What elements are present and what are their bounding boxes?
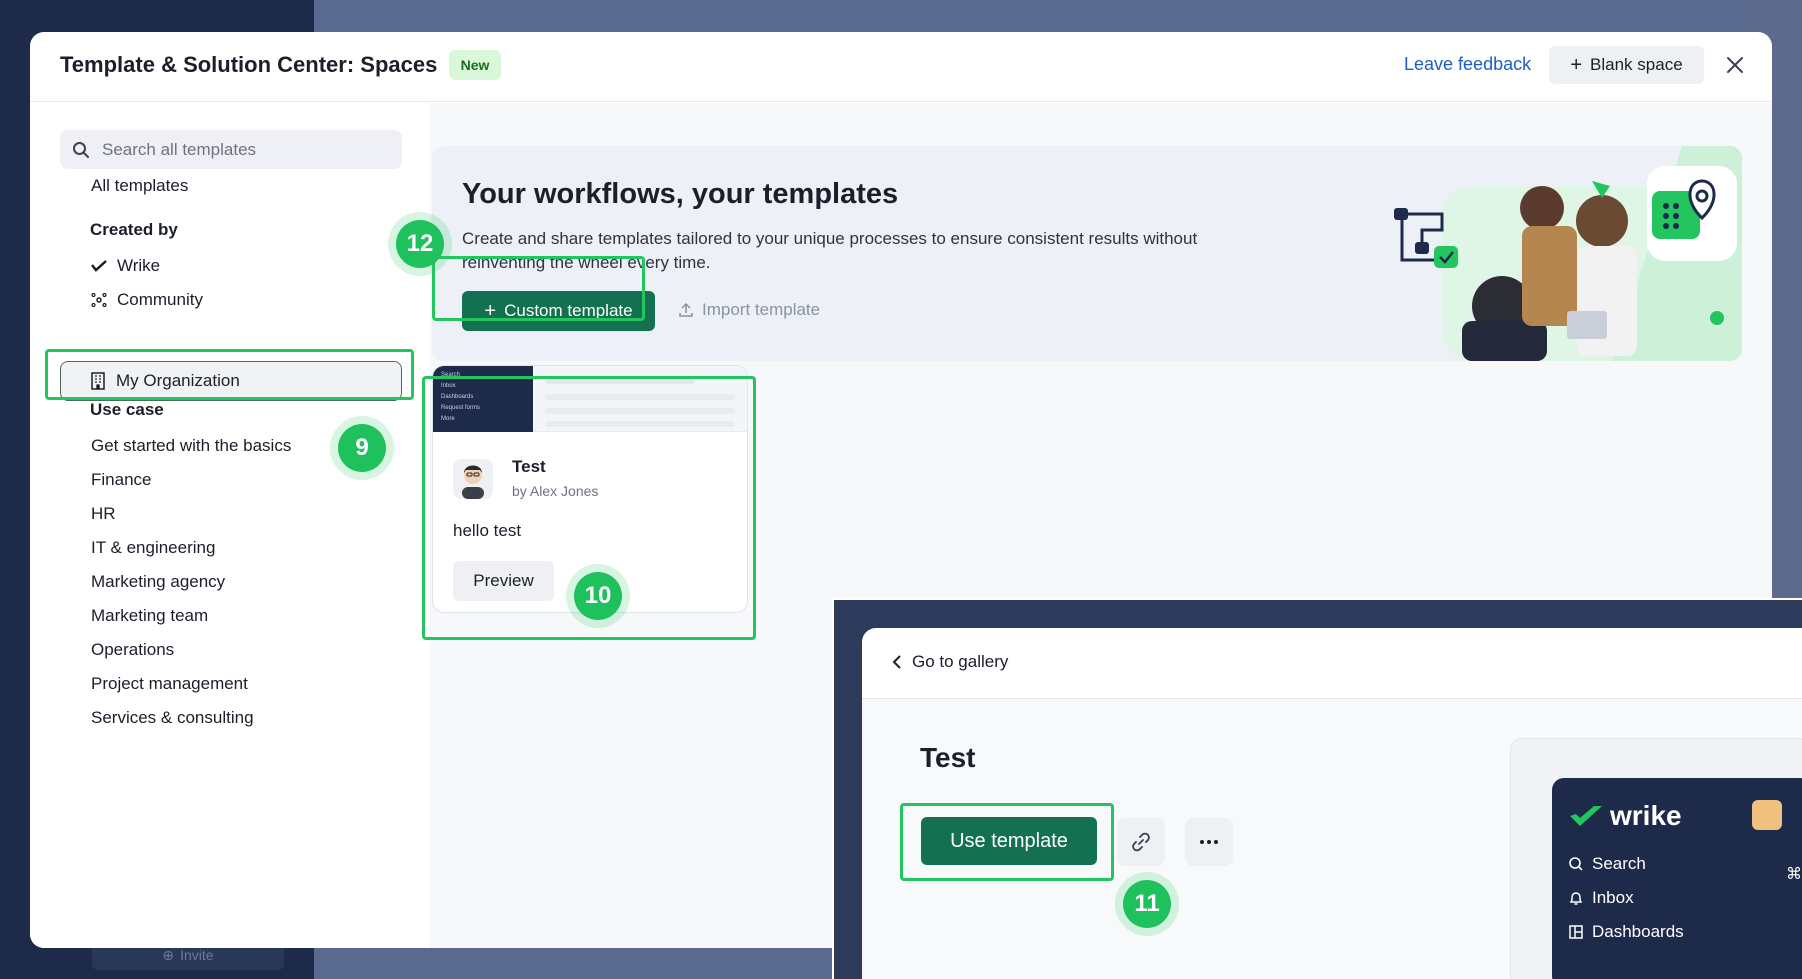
leave-feedback-link[interactable]: Leave feedback [1404,54,1531,75]
thumbnail-nav-item: Dashboards [441,394,474,400]
banner-description: Create and share templates tailored to y… [462,229,1198,272]
card-author: by Alex Jones [512,483,599,499]
community-icon [91,292,107,308]
wrike-nav-label: Inbox [1592,888,1634,907]
search-icon [1569,857,1583,871]
thumbnail-line [545,421,735,427]
invite-icon: ⊕ [162,946,175,963]
sidebar-item-use-case[interactable]: Operations [91,640,174,660]
banner-illustration [1394,146,1742,361]
wrike-logo-text: wrike [1610,800,1682,831]
sidebar-item-use-case[interactable]: HR [91,504,116,524]
sidebar-item-use-case[interactable]: Project management [91,674,248,694]
search-icon [73,141,89,158]
modal-title: Template & Solution Center: Spaces [60,52,438,77]
wrike-logo: wrike [1568,800,1682,832]
thumbnail-nav-item: Inbox [441,383,456,389]
card-description: hello test [453,521,522,540]
blank-space-button[interactable]: + Blank space [1549,46,1704,84]
close-icon [1727,57,1743,73]
use-template-button[interactable]: Use template [921,817,1097,865]
wrike-nav-dashboards[interactable]: Dashboards [1568,922,1684,942]
search-field[interactable] [60,130,402,169]
thumbnail-nav: Search Inbox Dashboards Request forms Mo… [441,370,480,425]
thumbnail-nav-item: Request forms [441,405,481,411]
use-case-heading: Use case [90,400,164,419]
avatar [453,459,493,499]
banner-title: Your workflows, your templates [462,178,899,210]
sidebar-item-label: My Organization [116,371,240,390]
link-icon [1132,832,1150,852]
detail-title: Test [920,742,976,773]
step-badge-10: 10 [574,572,622,620]
close-button[interactable] [1720,50,1750,80]
thumbnail-sidebar: Search Inbox Dashboards Request forms Mo… [433,366,533,432]
custom-templates-banner: Your workflows, your templates Create an… [432,146,1742,361]
sidebar-item-use-case[interactable]: Get started with the basics [91,436,291,456]
wrike-check-icon [91,260,107,272]
sidebar-item-wrike[interactable]: Wrike [91,256,160,276]
sidebar-item-my-organization[interactable]: My Organization [60,361,402,401]
step-badge-9: 9 [338,424,386,472]
bell-icon [1569,892,1583,905]
modal-header: Template & Solution Center: Spaces New L… [30,32,1772,102]
wrike-nav-inbox[interactable]: Inbox [1568,888,1634,908]
sidebar-item-use-case[interactable]: Marketing team [91,606,208,626]
wrike-check-icon [1570,806,1602,826]
filter-sidebar: All templates Created by Wrike Community… [30,103,430,948]
step-badge-12: 12 [396,220,444,268]
upload-icon [679,302,693,317]
invite-label: Invite [180,947,214,963]
thumbnail-nav-item: More [441,416,455,422]
plus-icon: + [484,299,497,322]
go-to-gallery-label: Go to gallery [912,652,1009,671]
step-badge-11: 11 [1123,880,1171,928]
thumbnail-nav-item: Search [441,372,461,378]
search-input[interactable] [102,139,392,160]
wrike-nav-label: Search [1592,854,1646,873]
avatar-icon [462,465,484,499]
sidebar-item-use-case[interactable]: IT & engineering [91,538,215,558]
sidebar-item-all-templates[interactable]: All templates [91,176,188,196]
thumbnail-line [545,408,735,414]
import-template-button[interactable]: Import template [678,300,820,320]
card-title: Test [512,457,546,476]
building-icon [91,372,105,390]
preview-button[interactable]: Preview [453,561,554,601]
more-icon [1200,840,1218,844]
sidebar-item-use-case[interactable]: Marketing agency [91,572,225,592]
sidebar-item-label: Wrike [117,256,161,275]
location-icon [1647,166,1737,261]
import-template-label: Import template [702,300,821,319]
go-to-gallery-link[interactable]: Go to gallery [892,652,1008,672]
more-options-button[interactable] [1185,818,1233,866]
wrike-nav-label: Dashboards [1592,922,1684,941]
avatar [1752,800,1782,830]
shortcut-hint: ⌘ [1786,866,1802,883]
template-detail-panel: Go to gallery Test Use template wrike Se… [862,628,1802,979]
new-badge: New [449,50,501,80]
wrike-nav-search[interactable]: Search [1568,854,1646,874]
blank-space-label: Blank space [1590,55,1683,74]
thumbnail-line [545,376,695,384]
dashboard-icon [1569,925,1583,939]
custom-template-button[interactable]: + Custom template [462,291,655,331]
created-by-heading: Created by [90,220,178,239]
card-thumbnail: Search Inbox Dashboards Request forms Mo… [433,366,747,432]
wrike-preview-sidebar: wrike Search ⌘ Inbox Dashboards [1552,778,1802,979]
custom-template-label: Custom template [504,301,633,320]
chevron-left-icon [892,655,901,669]
sidebar-item-use-case[interactable]: Finance [91,470,151,490]
sidebar-item-use-case[interactable]: Services & consulting [91,708,254,728]
sidebar-item-label: Community [117,290,203,309]
plus-icon: + [1570,53,1583,76]
thumbnail-line [545,394,735,400]
sidebar-item-community[interactable]: Community [91,290,203,310]
copy-link-button[interactable] [1117,818,1165,866]
